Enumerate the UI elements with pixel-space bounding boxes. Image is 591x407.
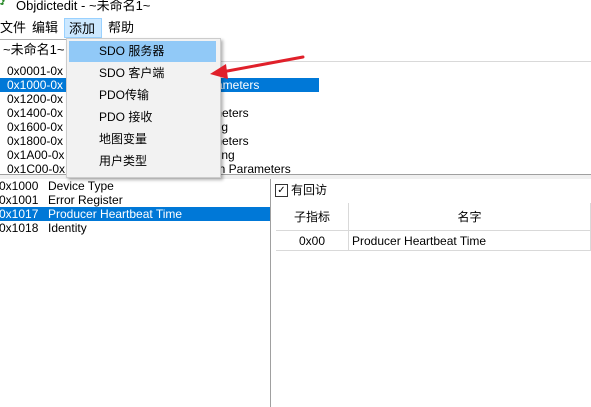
subindex-pane: ✓ 有回访 子指标 名字 0x00 Producer Heartbeat Tim… [272,179,591,407]
object-index: 0x1017 [0,207,39,221]
menu-item-label: SDO 客户端 [99,66,165,80]
object-name: Device Type [48,179,114,193]
list-item-selected[interactable]: 0x1017 Producer Heartbeat Time [0,207,270,221]
index-code: 0x1C00-0x [7,162,66,175]
menu-item-label: 用户类型 [99,154,148,168]
index-desc: on Parameters [212,162,291,175]
object-index: 0x1001 [0,193,39,207]
column-header-name[interactable]: 名字 [349,203,591,231]
menu-item-map-variable[interactable]: 地图变量 [69,129,216,150]
menu-item-user-type[interactable]: 用户类型 [69,151,216,172]
column-header-subindex[interactable]: 子指标 [276,203,349,231]
cell-subindex[interactable]: 0x00 [276,231,349,251]
tab-document[interactable]: ~未命名1~ [0,39,70,62]
object-name: Producer Heartbeat Time [48,207,183,221]
index-code: 0x1400-0x [7,106,64,120]
object-name: Identity [48,221,87,235]
menu-help[interactable]: 帮助 [104,18,138,38]
menu-item-label: 地图变量 [99,132,148,146]
menu-bar: 文件 编辑 添加 帮助 [0,17,591,39]
index-code: 0x0001-0x [7,64,64,78]
object-index: 0x1000 [0,179,39,193]
menu-item-sdo-server[interactable]: SDO 服务器 [69,41,216,62]
index-desc: rameters [212,78,320,92]
list-item[interactable]: 0x1001 Error Register [0,193,270,207]
index-code: 0x1200-0x [7,92,64,106]
index-code: 0x1A00-0x [7,148,65,162]
checkbox-label: 有回访 [291,183,328,197]
object-index: 0x1018 [0,221,39,235]
menu-file[interactable]: 文件 [0,18,30,38]
object-name: Error Register [48,193,123,207]
cell-name[interactable]: Producer Heartbeat Time [349,231,591,251]
menu-edit[interactable]: 编辑 [28,18,62,38]
list-item[interactable]: 0x1000 Device Type [0,179,270,193]
title-bar: ✿ Objdictedit - ~未命名1~ [0,0,591,16]
menu-item-label: PDO传输 [99,88,150,102]
menu-item-pdo-transmit[interactable]: PDO传输 [69,85,216,106]
object-list[interactable]: 0x1000 Device Type 0x1001 Error Register… [0,179,271,407]
index-code: 0x1600-0x [7,120,64,134]
index-code: 0x1000-0x [7,78,64,92]
window-title: Objdictedit - ~未命名1~ [16,0,151,13]
menu-item-label: PDO 接收 [99,110,153,124]
menu-item-sdo-client[interactable]: SDO 客户端 [69,63,216,84]
index-code: 0x1800-0x [7,134,64,148]
list-item[interactable]: 0x1018 Identity [0,221,270,235]
checkmark-icon[interactable]: ✓ [275,184,288,197]
menu-add[interactable]: 添加 [64,18,102,38]
menu-item-label: SDO 服务器 [99,44,165,58]
menu-item-pdo-receive[interactable]: PDO 接收 [69,107,216,128]
app-logo-icon: ✿ [0,0,6,8]
add-menu-dropdown: SDO 服务器 SDO 客户端 PDO传输 PDO 接收 地图变量 用户类型 [66,38,221,178]
